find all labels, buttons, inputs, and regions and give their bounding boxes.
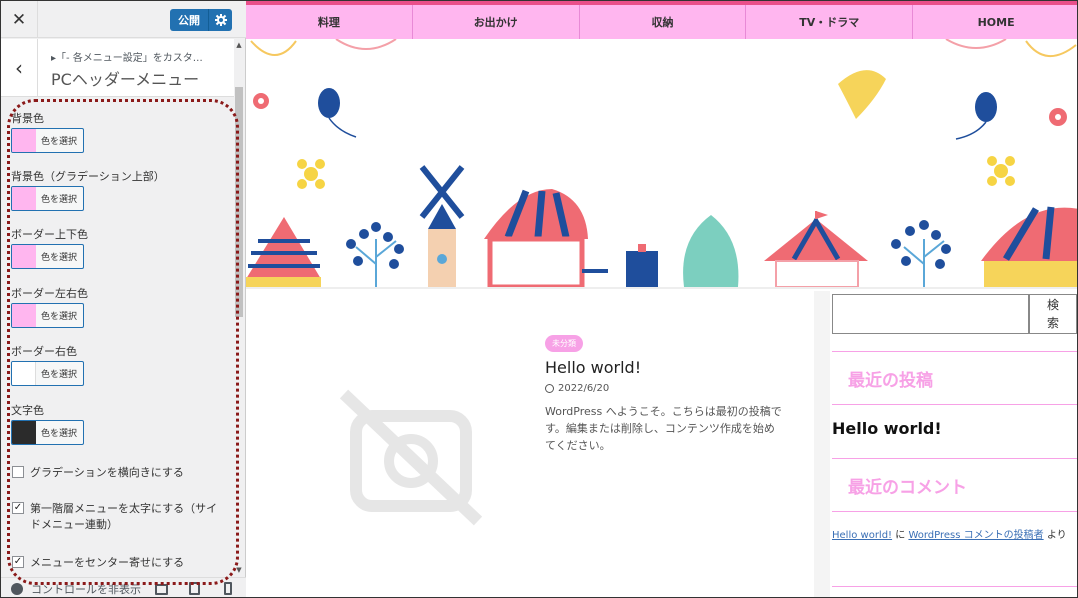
color-picker-border-lr[interactable]: 色を選択 xyxy=(11,303,84,328)
color-button-label: 色を選択 xyxy=(41,312,78,322)
gear-icon xyxy=(214,14,227,26)
post-title[interactable]: Hello world! xyxy=(545,358,641,377)
publish-button[interactable]: 公開 xyxy=(170,9,208,31)
color-picker-text-color[interactable]: 色を選択 xyxy=(11,420,84,445)
menu-item-outing[interactable]: お出かけ xyxy=(413,5,580,39)
comment-tail-text: より xyxy=(1043,530,1067,541)
site-preview: 料理 お出かけ 収納 TV・ドラマ HOME 未分類 Hello world! … xyxy=(246,1,1077,597)
scrollbar-thumb[interactable] xyxy=(235,87,243,317)
checkbox-box[interactable]: ✓ xyxy=(12,556,24,568)
header-menu: 料理 お出かけ 収納 TV・ドラマ HOME xyxy=(246,1,1077,39)
comment-mid-text: に xyxy=(892,530,909,541)
color-picker-border-tb[interactable]: 色を選択 xyxy=(11,244,84,269)
color-swatch xyxy=(12,362,36,385)
color-swatch xyxy=(12,187,36,210)
post-date: 2022/6/20 xyxy=(545,383,609,394)
clock-icon xyxy=(545,384,554,393)
desktop-preview-icon[interactable] xyxy=(155,584,168,595)
search-button-label: 検索 xyxy=(1046,298,1059,330)
scroll-up-arrow-icon[interactable]: ▲ xyxy=(234,41,244,49)
menu-item-home[interactable]: HOME xyxy=(913,5,1077,39)
post-date-text: 2022/6/20 xyxy=(558,383,610,394)
close-customizer-button[interactable]: ✕ xyxy=(1,1,38,38)
hide-controls-label[interactable]: コントロールを非表示 xyxy=(31,581,141,597)
color-button-label: 色を選択 xyxy=(41,253,78,263)
color-swatch xyxy=(12,304,36,327)
color-picker-bg-gradient[interactable]: 色を選択 xyxy=(11,186,84,211)
recent-post-link[interactable]: Hello world! xyxy=(832,419,942,438)
back-button[interactable]: ‹ xyxy=(1,39,38,97)
customizer-topbar: ✕ 公開 xyxy=(1,1,246,38)
color-swatch xyxy=(12,421,36,444)
checkbox-bold-first-level[interactable]: ✓ 第一階層メニューを太字にする（サイドメニュー連動） xyxy=(12,501,227,533)
color-button-label: 色を選択 xyxy=(41,370,78,380)
sidebar-scrollbar[interactable]: ▲ ▼ xyxy=(234,39,244,576)
color-picker-bg[interactable]: 色を選択 xyxy=(11,128,84,153)
controls-panel: 背景色 色を選択 背景色（グラデーション上部） 色を選択 ボーダー上下色 色を選… xyxy=(1,98,234,576)
search-input[interactable] xyxy=(832,294,1029,334)
chevron-left-icon: ‹ xyxy=(15,56,23,80)
customizer-footer: コントロールを非表示 xyxy=(1,577,246,597)
customizer-window: ✕ 公開 ‹ ▸「- 各メニュー設定」をカスタ… PCヘッダーメニュー 背景色 … xyxy=(0,0,1078,598)
menu-item-cooking[interactable]: 料理 xyxy=(246,5,413,39)
publish-settings-button[interactable] xyxy=(208,9,232,31)
publish-group: 公開 xyxy=(170,9,232,31)
color-swatch xyxy=(12,129,36,152)
color-button-label: 色を選択 xyxy=(41,195,78,205)
menu-item-storage[interactable]: 収納 xyxy=(580,5,747,39)
section-title: PCヘッダーメニュー xyxy=(51,70,200,89)
color-picker-border-right[interactable]: 色を選択 xyxy=(11,361,84,386)
recent-comment: Hello world! に WordPress コメントの投稿者 より xyxy=(832,526,1067,541)
control-label-border-lr: ボーダー左右色 xyxy=(11,287,88,300)
color-swatch xyxy=(12,245,36,268)
content-area: 未分類 Hello world! 2022/6/20 WordPress へよう… xyxy=(246,291,1077,597)
color-button-label: 色を選択 xyxy=(41,137,78,147)
checkbox-label: 第一階層メニューを太字にする（サイドメニュー連動） xyxy=(30,502,218,531)
section-header: ‹ ▸「- 各メニュー設定」をカスタ… PCヘッダーメニュー xyxy=(1,39,234,97)
scroll-down-arrow-icon[interactable]: ▼ xyxy=(234,566,244,574)
sidebar-widgets: 検索 最近の投稿 Hello world! 最近のコメント Hello worl… xyxy=(830,291,1077,597)
color-button-label: 色を選択 xyxy=(41,429,78,439)
recent-posts-title: 最近の投稿 xyxy=(832,351,1077,405)
checkbox-label: グラデーションを横向きにする xyxy=(30,466,184,479)
post-excerpt: WordPress へようこそ。こちらは最初の投稿です。編集または削除し、コンテ… xyxy=(545,405,782,452)
control-label-bg-gradient: 背景色（グラデーション上部） xyxy=(11,170,165,183)
comment-author-link[interactable]: WordPress コメントの投稿者 xyxy=(908,530,1043,541)
control-label-border-tb: ボーダー上下色 xyxy=(11,228,88,241)
category-badge[interactable]: 未分類 xyxy=(545,335,583,352)
close-icon: ✕ xyxy=(11,9,27,30)
header-illustration xyxy=(246,39,1077,289)
control-label-text-color: 文字色 xyxy=(11,404,44,417)
divider xyxy=(832,586,1077,587)
breadcrumb: ▸「- 各メニュー設定」をカスタ… xyxy=(51,53,203,64)
tablet-preview-icon[interactable] xyxy=(189,582,200,595)
mobile-preview-icon[interactable] xyxy=(224,582,232,595)
hide-controls-icon[interactable] xyxy=(11,582,23,595)
post-card[interactable]: 未分類 Hello world! 2022/6/20 WordPress へよう… xyxy=(246,291,814,597)
recent-comments-title: 最近のコメント xyxy=(832,458,1077,512)
comment-post-link[interactable]: Hello world! xyxy=(832,530,892,541)
checkbox-gradient-horizontal[interactable]: グラデーションを横向きにする xyxy=(12,465,227,481)
checkbox-box[interactable]: ✓ xyxy=(12,502,24,514)
no-image-icon xyxy=(339,389,483,526)
search-button[interactable]: 検索 xyxy=(1029,294,1077,334)
checkbox-label: メニューをセンター寄せにする xyxy=(30,556,185,569)
checkbox-center-menu[interactable]: ✓ メニューをセンター寄せにする xyxy=(12,555,227,571)
control-label-bg: 背景色 xyxy=(11,112,44,125)
control-label-border-right: ボーダー右色 xyxy=(11,345,77,358)
customizer-sidebar: ✕ 公開 ‹ ▸「- 各メニュー設定」をカスタ… PCヘッダーメニュー 背景色 … xyxy=(1,1,246,597)
checkbox-box[interactable] xyxy=(12,466,24,478)
menu-item-tv-drama[interactable]: TV・ドラマ xyxy=(746,5,914,39)
